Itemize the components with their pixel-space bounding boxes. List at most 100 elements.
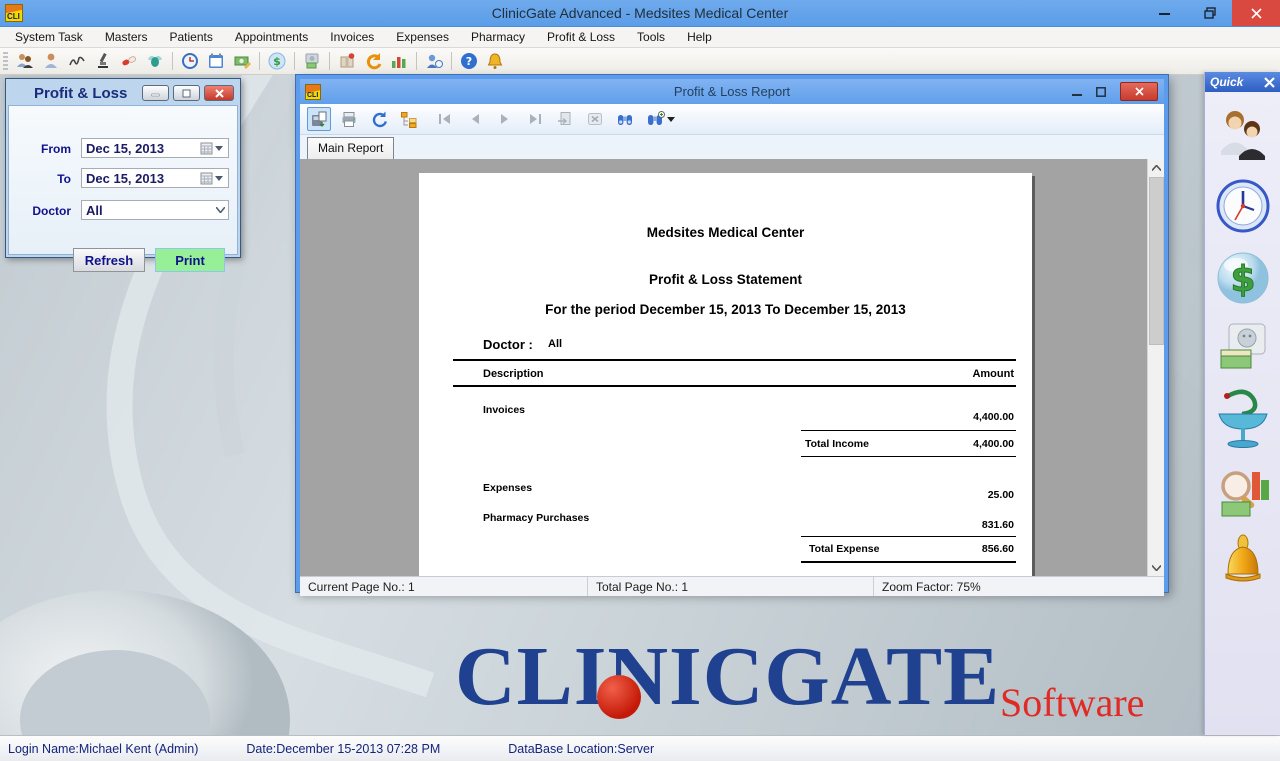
- restore-button[interactable]: [1187, 0, 1232, 26]
- report-divider: [801, 561, 1016, 563]
- doctor-select[interactable]: All: [81, 200, 229, 220]
- report-chart-button[interactable]: [387, 49, 411, 73]
- dialog-minimize-button[interactable]: [142, 85, 169, 101]
- window-title: ClinicGate Advanced - Medsites Medical C…: [0, 5, 1280, 21]
- report-divider: [801, 536, 1016, 537]
- report-window-titlebar[interactable]: CLI Profit & Loss Report: [300, 79, 1164, 104]
- prev-page-button[interactable]: [463, 107, 487, 131]
- alert-button[interactable]: [483, 49, 507, 73]
- quick-profit-analysis-button[interactable]: [1216, 466, 1270, 518]
- dollar-button[interactable]: $: [265, 49, 289, 73]
- close-button[interactable]: [1232, 0, 1280, 26]
- print-button[interactable]: Print: [155, 248, 225, 272]
- scroll-up-arrow-icon[interactable]: [1148, 159, 1164, 176]
- to-dropdown-arrow-icon[interactable]: [215, 176, 223, 181]
- report-tab-bar: Main Report: [300, 135, 1164, 159]
- quick-panel-close-button[interactable]: [1264, 77, 1275, 88]
- patient-button[interactable]: [39, 49, 63, 73]
- toolbar-separator: [416, 52, 417, 70]
- goto-page-button[interactable]: [553, 107, 577, 131]
- doctor-label: Doctor: [9, 204, 71, 218]
- purchase-box-icon: [337, 51, 357, 71]
- from-dropdown-arrow-icon[interactable]: [215, 146, 223, 151]
- expense-row-amount: 831.60: [982, 519, 1014, 531]
- group-tree-button[interactable]: [397, 107, 421, 131]
- report-minimize-button[interactable]: [1072, 87, 1082, 97]
- tab-main-report[interactable]: Main Report: [307, 137, 394, 159]
- print-report-button[interactable]: [337, 107, 361, 131]
- user-clock-button[interactable]: [422, 49, 446, 73]
- calendar-button[interactable]: [204, 49, 228, 73]
- profit-loss-dialog: Profit & Loss From Dec 15, 2013 To Dec 1…: [5, 78, 241, 258]
- vaccine-button[interactable]: [143, 49, 167, 73]
- chart-icon: [389, 51, 409, 71]
- menu-item-invoices[interactable]: Invoices: [319, 28, 385, 46]
- menu-item-profit-loss[interactable]: Profit & Loss: [536, 28, 626, 46]
- menu-item-pharmacy[interactable]: Pharmacy: [460, 28, 536, 46]
- quick-expenses-button[interactable]: [1217, 322, 1269, 372]
- report-vertical-scrollbar[interactable]: [1147, 159, 1164, 576]
- menu-item-masters[interactable]: Masters: [94, 28, 159, 46]
- scroll-down-arrow-icon[interactable]: [1148, 559, 1164, 576]
- appointments-button[interactable]: [178, 49, 202, 73]
- menu-item-expenses[interactable]: Expenses: [385, 28, 460, 46]
- quick-alerts-button[interactable]: [1218, 534, 1268, 592]
- refresh-button[interactable]: Refresh: [73, 248, 145, 272]
- patients-group-button[interactable]: [13, 49, 37, 73]
- quick-pharmacy-button[interactable]: [1214, 388, 1272, 450]
- dialog-title: Profit & Loss: [34, 85, 127, 102]
- calendar-icon[interactable]: [200, 172, 213, 185]
- bottom-status-bar: Login Name:Michael Kent (Admin) Date:Dec…: [0, 735, 1280, 761]
- menu-item-appointments[interactable]: Appointments: [224, 28, 319, 46]
- report-statement-title: Profit & Loss Statement: [419, 272, 1032, 287]
- cancel-button[interactable]: [583, 107, 607, 131]
- zoom-binoculars-icon: [646, 111, 665, 127]
- last-page-button[interactable]: [523, 107, 547, 131]
- dollar-ball-icon: $: [1215, 250, 1271, 306]
- brand-red-dot: [597, 675, 641, 719]
- menu-item-tools[interactable]: Tools: [626, 28, 676, 46]
- medicine-button[interactable]: [117, 49, 141, 73]
- doctor-select-arrow-icon[interactable]: [212, 201, 228, 219]
- from-date-field[interactable]: Dec 15, 2013: [81, 138, 229, 158]
- quick-patients-button[interactable]: [1215, 106, 1271, 162]
- export-button[interactable]: [307, 107, 331, 131]
- signature-button[interactable]: [65, 49, 89, 73]
- menu-item-patients[interactable]: Patients: [159, 28, 224, 46]
- income-row-amount: 4,400.00: [973, 411, 1014, 423]
- first-page-button[interactable]: [433, 107, 457, 131]
- lab-button[interactable]: [91, 49, 115, 73]
- report-close-button[interactable]: [1120, 82, 1158, 101]
- money-pen-icon: [232, 51, 252, 71]
- first-page-icon: [437, 112, 453, 126]
- quick-billing-button[interactable]: $: [1215, 250, 1271, 306]
- patient-icon: [41, 51, 61, 71]
- expense-button[interactable]: [300, 49, 324, 73]
- next-page-button[interactable]: [493, 107, 517, 131]
- undo-button[interactable]: [361, 49, 385, 73]
- calendar-icon[interactable]: [200, 142, 213, 155]
- main-toolbar: $ ?: [0, 48, 1280, 75]
- group-tree-icon: [400, 110, 418, 128]
- zoom-button[interactable]: [643, 107, 667, 131]
- bell-icon: [1218, 534, 1268, 592]
- purchase-button[interactable]: [335, 49, 359, 73]
- expense-row-amount: 25.00: [988, 489, 1014, 501]
- quick-appointments-button[interactable]: [1215, 178, 1271, 234]
- menu-item-system-task[interactable]: System Task: [4, 28, 94, 46]
- scrollbar-thumb[interactable]: [1149, 177, 1164, 345]
- report-maximize-button[interactable]: [1096, 87, 1106, 97]
- report-doctor-value: All: [548, 338, 562, 350]
- zoom-dropdown-caret-icon[interactable]: [667, 117, 675, 122]
- find-button[interactable]: [613, 107, 637, 131]
- refresh-report-button[interactable]: [367, 107, 391, 131]
- menu-item-help[interactable]: Help: [676, 28, 723, 46]
- dialog-titlebar[interactable]: Profit & Loss: [8, 81, 238, 105]
- dialog-maximize-button[interactable]: [173, 85, 200, 101]
- dialog-close-button[interactable]: [204, 85, 234, 101]
- help-button[interactable]: ?: [457, 49, 481, 73]
- to-date-field[interactable]: Dec 15, 2013: [81, 168, 229, 188]
- minimize-button[interactable]: [1142, 0, 1187, 26]
- billing-button[interactable]: [230, 49, 254, 73]
- clinicgate-watermark: CLINICGATE Software: [455, 635, 1215, 719]
